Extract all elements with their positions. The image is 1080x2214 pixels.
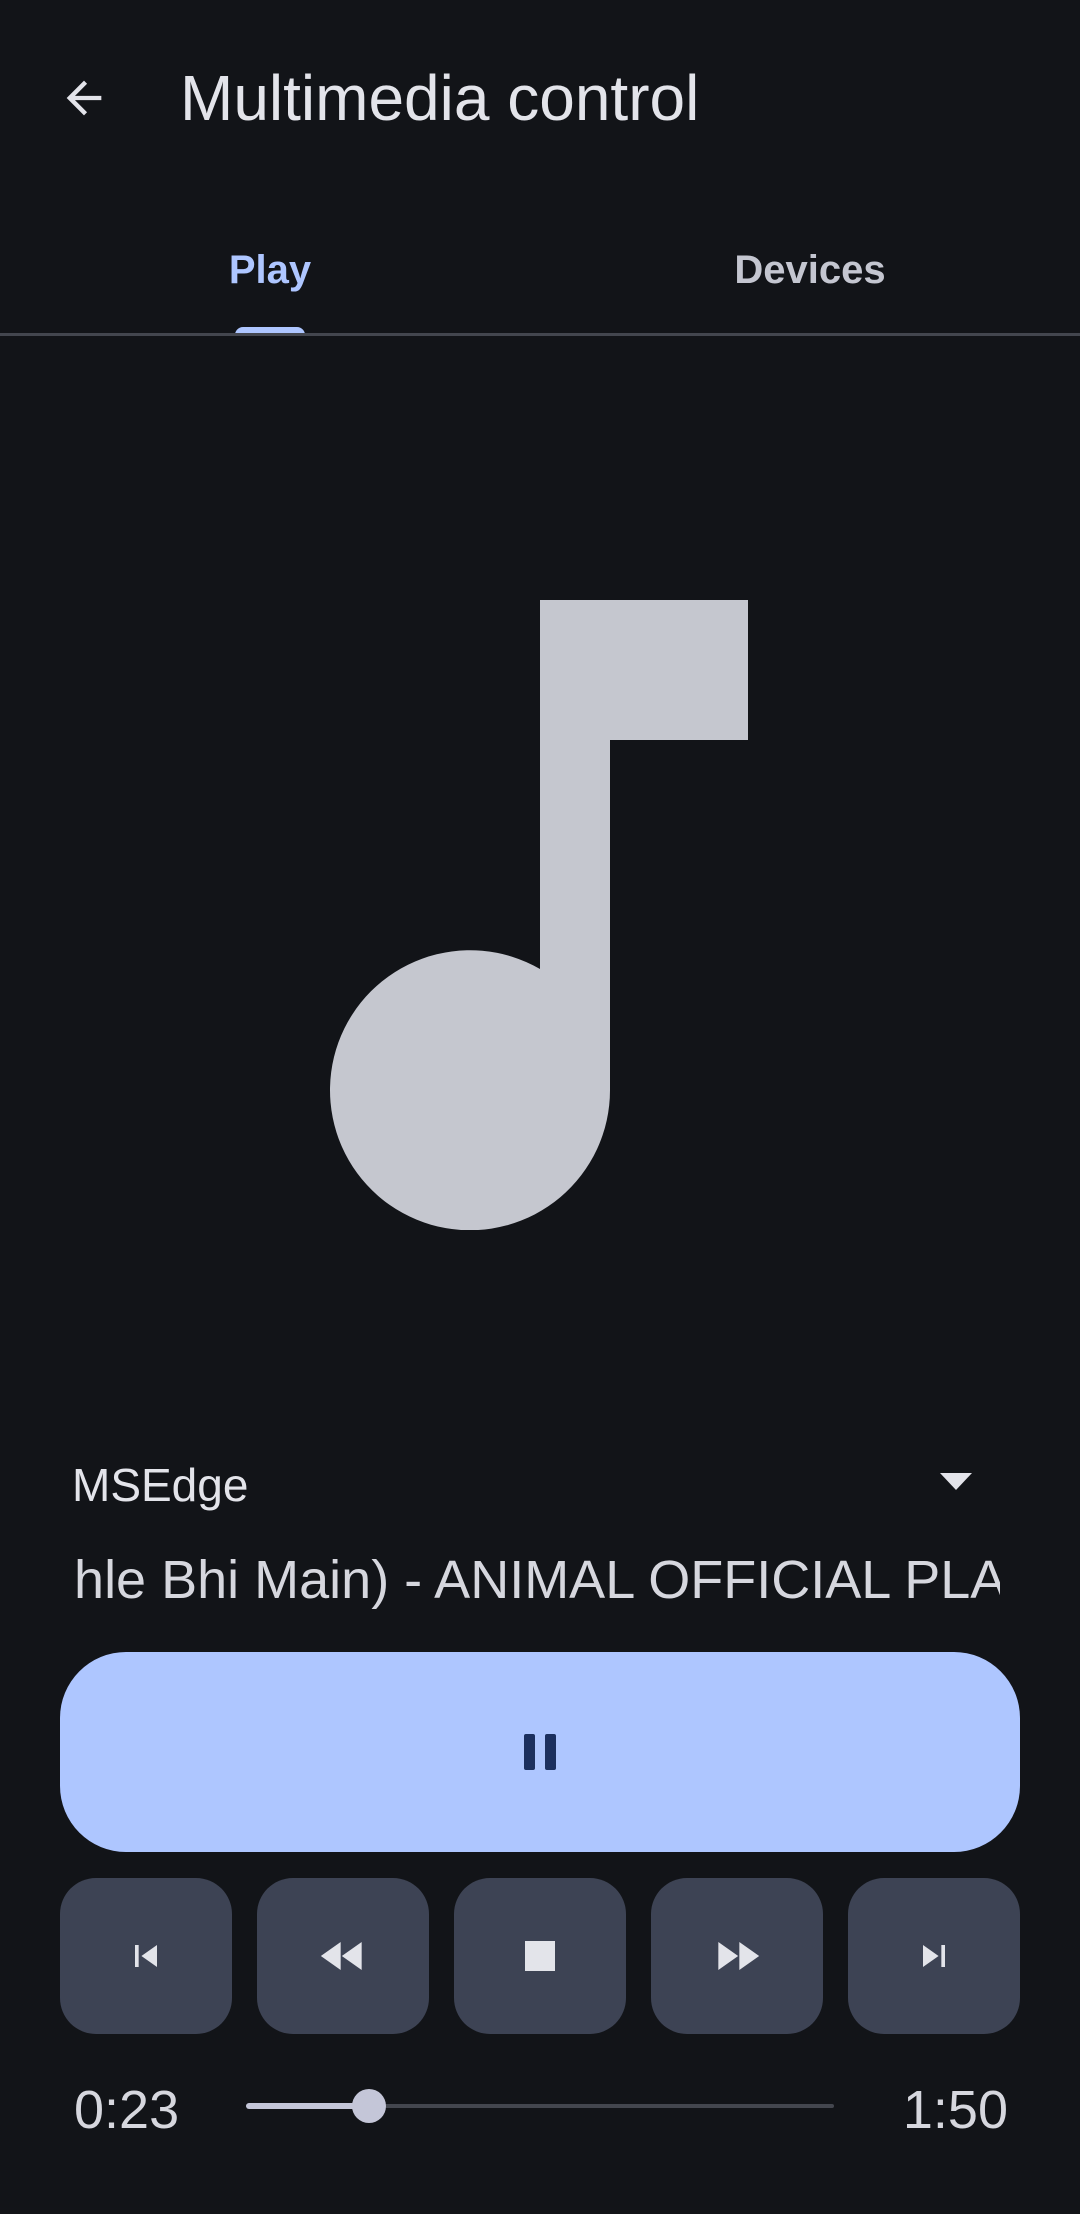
dropdown-caret-icon (940, 1473, 972, 1490)
seek-slider[interactable] (246, 2084, 834, 2128)
rewind-button[interactable] (257, 1878, 429, 2034)
track-title-text: ehle Bhi Main) - ANIMAL OFFICIAL PLAY (72, 1550, 1000, 1610)
fast-forward-icon (718, 1942, 760, 1970)
arrow-left-icon (66, 80, 102, 116)
pause-icon (519, 1734, 561, 1770)
tab-divider (0, 333, 1080, 336)
stop-button[interactable] (454, 1878, 626, 2034)
play-pause-button[interactable] (60, 1652, 1020, 1852)
seek-thumb[interactable] (352, 2089, 386, 2123)
music-note-icon (330, 600, 748, 1230)
page-title: Multimedia control (180, 62, 700, 134)
tab-devices[interactable]: Devices (540, 205, 1080, 335)
back-button[interactable] (42, 56, 126, 140)
fast-forward-button[interactable] (651, 1878, 823, 2034)
rewind-icon (320, 1942, 362, 1970)
current-time: 0:23 (74, 2080, 180, 2140)
app-bar: Multimedia control (0, 0, 1080, 196)
previous-track-button[interactable] (60, 1878, 232, 2034)
next-track-button[interactable] (848, 1878, 1020, 2034)
source-dropdown[interactable]: MSEdge (72, 1445, 1012, 1525)
tab-bar: Play Devices (0, 205, 1080, 335)
total-time: 1:50 (902, 2080, 1008, 2140)
source-label: MSEdge (72, 1459, 249, 1511)
track-title: ehle Bhi Main) - ANIMAL OFFICIAL PLAY (72, 1540, 1000, 1620)
seek-progress (246, 2103, 369, 2109)
stop-icon (525, 1941, 555, 1971)
tab-play[interactable]: Play (0, 205, 540, 335)
previous-track-icon (135, 1945, 157, 1967)
next-track-icon (923, 1945, 945, 1967)
